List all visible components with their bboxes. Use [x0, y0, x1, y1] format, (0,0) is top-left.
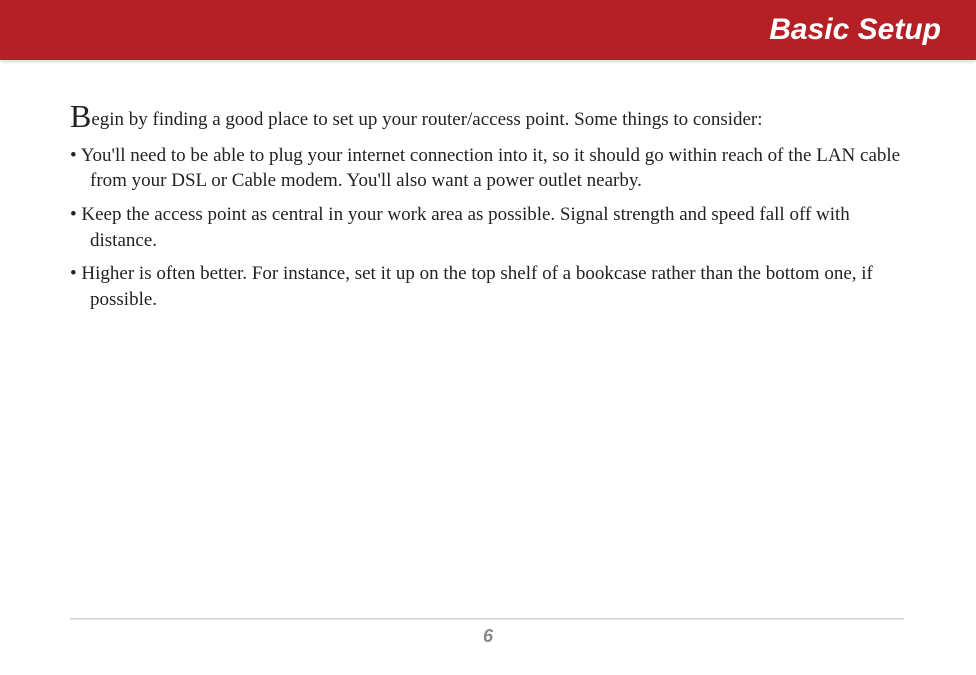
bullet-item: Higher is often better. For instance, se…: [70, 261, 904, 312]
page-number: 6: [0, 626, 976, 647]
bullet-item: Keep the access point as central in your…: [70, 202, 904, 253]
footer-divider: [70, 618, 904, 620]
intro-text: egin by finding a good place to set up y…: [91, 109, 762, 130]
intro-paragraph: Begin by finding a good place to set up …: [70, 98, 904, 133]
header-bar: Basic Setup: [0, 0, 976, 60]
intro-dropcap: B: [70, 98, 91, 134]
page-content: Begin by finding a good place to set up …: [0, 60, 976, 340]
bullet-item: You'll need to be able to plug your inte…: [70, 143, 904, 194]
page-title: Basic Setup: [769, 13, 941, 47]
